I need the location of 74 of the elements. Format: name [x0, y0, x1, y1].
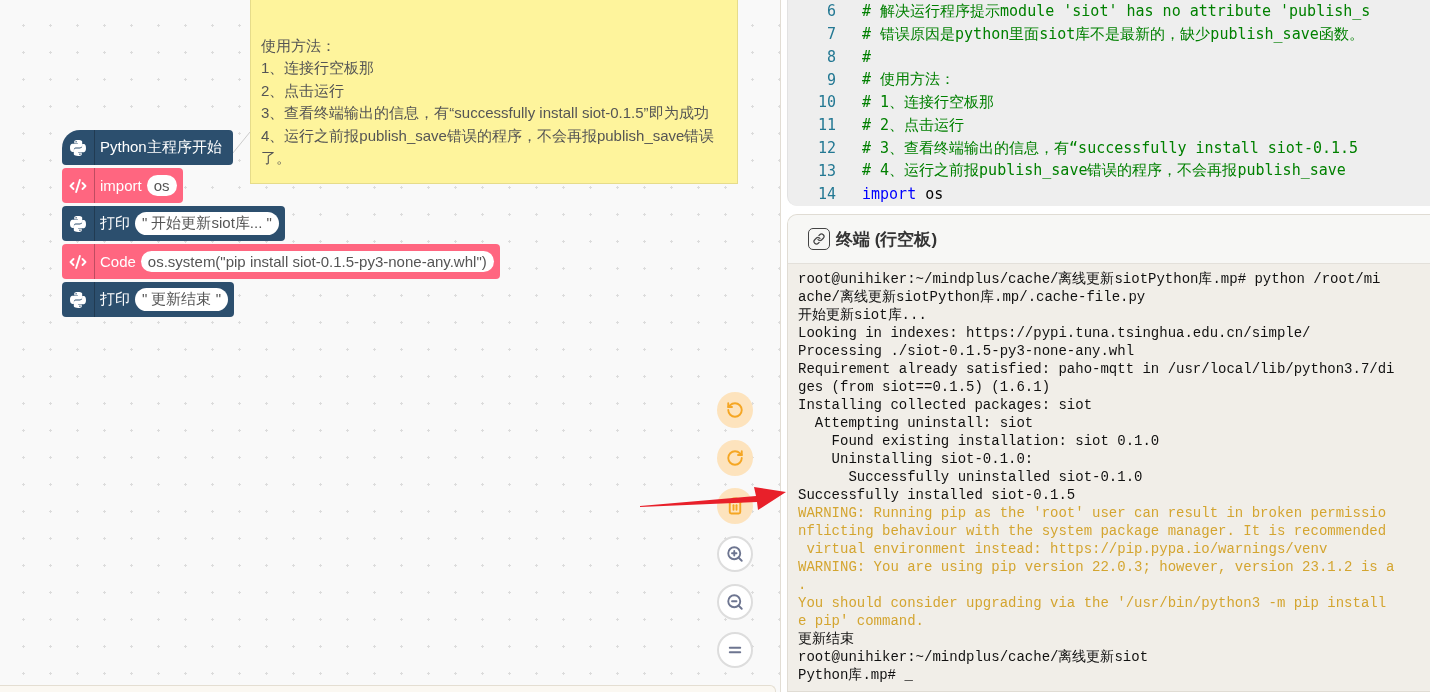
line-number: 8 [825, 47, 836, 66]
terminal-line: Found existing installation: siot 0.1.0 [830, 432, 1161, 450]
block-input-field[interactable]: os.system("pip install siot-0.1.5-py3-none-any.whl") [140, 251, 494, 272]
line-number: 10 [816, 93, 836, 112]
terminal-line: You should consider upgrading via the '/usr/bin/python3 -m pip install [798, 594, 1388, 612]
terminal-line: WARNING: Running pip as the 'root' user can result in broken permissio [798, 504, 1388, 522]
note-text: 使用方法： [261, 35, 337, 56]
terminal-title: 终端 (行空板) [836, 228, 938, 251]
python-logo-icon [69, 290, 87, 309]
block-input-field[interactable]: " 更新结束 " [135, 288, 228, 311]
terminal-line: Attempting uninstall: siot [813, 414, 1035, 432]
terminal-line: WARNING: You are using pip version 22.0.3; however, version 23.1.2 is a [798, 558, 1396, 576]
code-line: # 4、运行之前报publish_save错误的程序，不会再报publish_save [862, 161, 1346, 181]
code-line: # 3、查看终端输出的信息，有“successfully install siot-0.1.5 [862, 138, 1359, 158]
code-line: import os [862, 184, 944, 203]
terminal-line: root@unihiker:~/mindplus/cache/离线更新siot [798, 648, 1150, 666]
code-line: # 错误原因是python里面siot库不是最新的，缺少publish_save函数。 [862, 24, 1364, 44]
code-line: # 2、点击运行 [862, 115, 965, 135]
note-text: 3、查看终端输出的信息，有“successfully install siot-0.1.5”即为成功 [261, 103, 710, 123]
link-icon [808, 228, 830, 250]
terminal-line: Requirement already satisfied: paho-mqtt in /usr/local/lib/python3.7/di [798, 360, 1396, 378]
redo-icon [726, 449, 744, 467]
note-text: 4、运行之前报publish_save错误的程序，不会再报publish_save错误了。 [261, 125, 716, 168]
block-input-field[interactable]: os [146, 175, 177, 196]
terminal-line: ges (from siot==0.1.5) (1.6.1) [798, 378, 1052, 396]
start-block[interactable]: Python主程序开始 [62, 130, 233, 165]
code-line: # 解决运行程序提示module 'siot' has no attribute 'publish_s [862, 1, 1371, 21]
terminal-line: Uninstalling siot-0.1.0: [830, 450, 1035, 468]
terminal-line: nflicting behaviour with the system package manager. It is recommended [798, 522, 1388, 540]
python-logo-icon [69, 214, 87, 233]
code-line: # [862, 47, 872, 66]
zoom-out-icon [726, 593, 744, 611]
terminal-line: 开始更新siot库... [798, 306, 928, 324]
terminal-line: Python库.mp# _ [798, 666, 914, 684]
note-text: 2、点击运行 [261, 80, 346, 101]
terminal-line: root@unihiker:~/mindplus/cache/离线更新siotPython库.mp# python /root/mi [798, 270, 1382, 288]
block-label: Code [100, 253, 136, 270]
line-number: 14 [816, 184, 836, 203]
code-block[interactable]: import os [62, 168, 183, 203]
line-number: 7 [825, 25, 836, 44]
terminal-line: Looking in indexes: https://pypi.tuna.tsinghua.edu.cn/simple/ [798, 324, 1312, 342]
undo-icon [726, 401, 744, 419]
zoom-out-button[interactable] [717, 584, 753, 620]
zoom-in-icon [726, 545, 744, 563]
print-block[interactable]: 打印 " 更新结束 " [62, 282, 234, 317]
code-line: # 1、连接行空板那 [862, 93, 995, 112]
code-icon [69, 252, 87, 271]
terminal-line: Successfully uninstalled siot-0.1.0 [847, 468, 1144, 486]
code-icon [69, 176, 87, 195]
terminal-line: 更新结束 [798, 630, 855, 648]
terminal-line: Successfully installed siot-0.1.5 [798, 486, 1077, 504]
print-block[interactable]: 打印 " 开始更新siot库... " [62, 206, 285, 241]
terminal-line: e pip' command. [798, 612, 926, 630]
terminal-line: Processing ./siot-0.1.5-py3-none-any.whl [798, 342, 1136, 360]
terminal-line: virtual environment instead: https://pip.pypa.io/warnings/venv [805, 540, 1329, 558]
block-label: 打印 [100, 290, 130, 309]
line-number: 13 [816, 161, 836, 180]
note-text: 1、连接行空板那 [261, 58, 376, 78]
line-number: 11 [816, 116, 836, 135]
reset-zoom-button[interactable] [717, 632, 753, 668]
block-input-field[interactable]: " 开始更新siot库... " [135, 212, 279, 235]
line-number: 9 [825, 70, 836, 89]
python-logo-icon [69, 138, 87, 157]
terminal-line: ache/离线更新siotPython库.mp/.cache-file.py [798, 288, 1147, 306]
terminal-line: . [798, 576, 808, 594]
zoom-in-button[interactable] [717, 536, 753, 572]
code-line: # 使用方法： [862, 70, 956, 90]
line-number: 12 [816, 139, 836, 158]
block-label: 打印 [100, 214, 130, 233]
block-label: Python主程序开始 [100, 138, 222, 157]
terminal-line: Installing collected packages: siot [798, 396, 1094, 414]
line-number: 6 [825, 2, 836, 21]
block-label: import [100, 177, 142, 194]
code-block[interactable]: Code os.system("pip install siot-0.1.5-py3-none-any.whl") [62, 244, 500, 279]
